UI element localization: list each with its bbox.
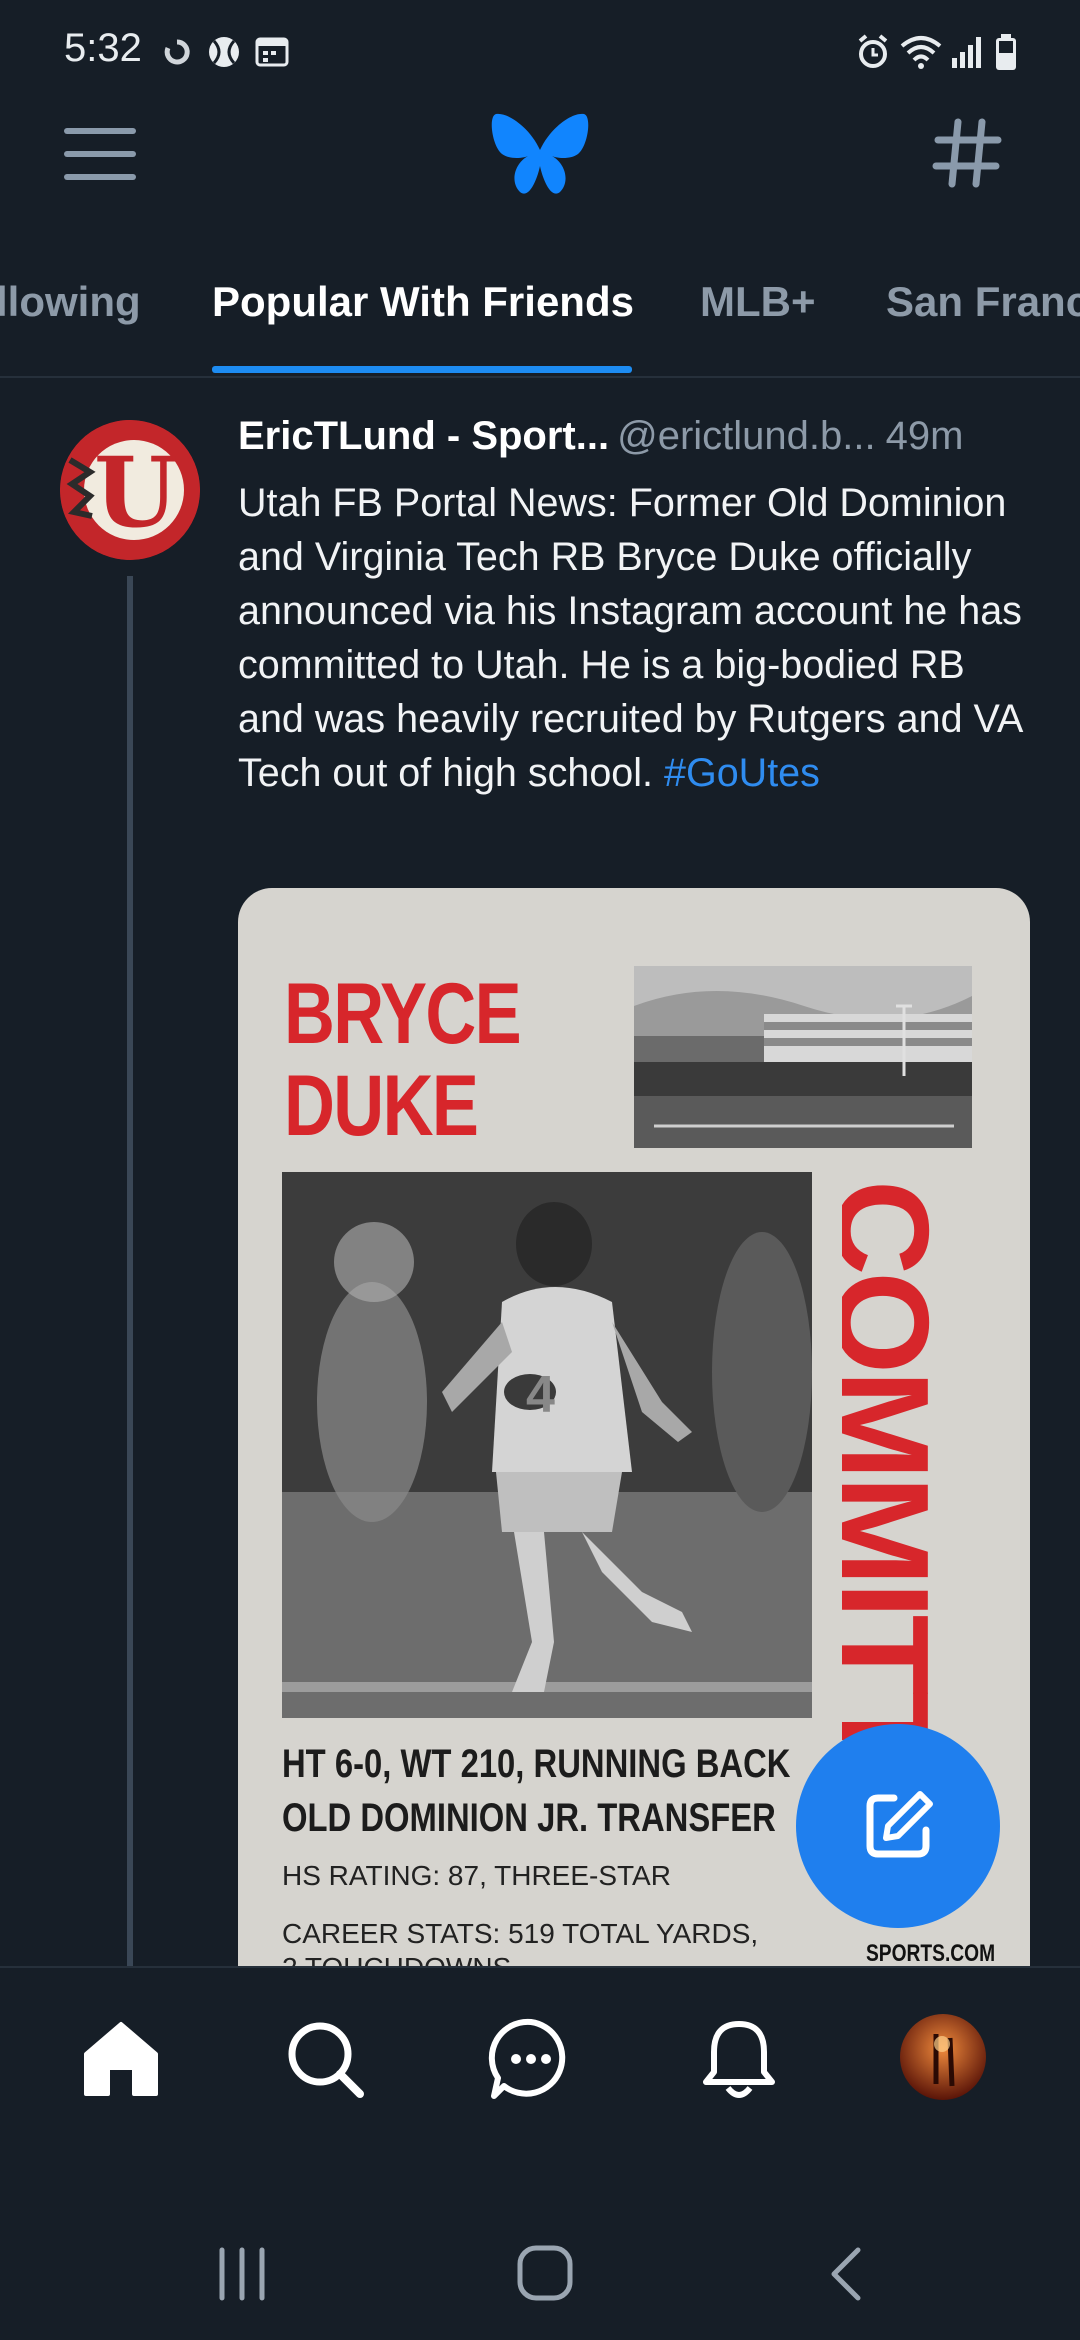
calendar-icon bbox=[255, 37, 289, 67]
avatar-letter: U bbox=[94, 436, 178, 549]
recent-apps-icon[interactable] bbox=[212, 2246, 272, 2302]
tab-popular-with-friends[interactable]: Popular With Friends bbox=[212, 278, 634, 326]
profile-avatar[interactable] bbox=[900, 2014, 986, 2100]
thread-line bbox=[127, 576, 133, 1970]
image-player-name: BRYCE DUKE bbox=[284, 966, 522, 1154]
compose-icon bbox=[866, 1791, 933, 1858]
wifi-icon bbox=[900, 36, 942, 69]
post-hashtag-link[interactable]: #GoUtes bbox=[664, 751, 820, 795]
image-brand: SPORTS.COM bbox=[866, 1940, 996, 1967]
image-stats-line3: HS RATING: 87, THREE-STAR bbox=[282, 1860, 671, 1891]
image-name-line1: BRYCE bbox=[284, 966, 522, 1062]
image-stats-line2: OLD DOMINION JR. TRANSFER bbox=[282, 1796, 776, 1840]
post-text: Utah FB Portal News: Former Old Dominion… bbox=[238, 476, 1038, 800]
alarm-icon bbox=[858, 34, 888, 68]
home-icon[interactable] bbox=[78, 2016, 164, 2102]
sports-ball-icon bbox=[209, 37, 239, 67]
jersey-number: 4 bbox=[526, 1366, 555, 1424]
tab-following[interactable]: llowing bbox=[0, 278, 141, 326]
menu-icon[interactable] bbox=[64, 128, 136, 184]
search-icon[interactable] bbox=[282, 2016, 368, 2102]
system-navigation-bar bbox=[0, 2166, 1080, 2340]
sync-icon bbox=[164, 39, 190, 65]
bell-icon[interactable] bbox=[696, 2016, 782, 2102]
status-time: 5:32 bbox=[64, 26, 142, 70]
tab-mlb[interactable]: MLB+ bbox=[700, 278, 816, 326]
post-author[interactable]: EricTLund - Sport... bbox=[238, 414, 609, 458]
image-stats-line1: HT 6-0, WT 210, RUNNING BACK bbox=[282, 1742, 791, 1786]
post-body: Utah FB Portal News: Former Old Dominion… bbox=[238, 481, 1022, 795]
image-name-line2: DUKE bbox=[284, 1058, 479, 1154]
butterfly-logo-icon bbox=[491, 113, 589, 194]
signal-icon bbox=[952, 37, 981, 68]
home-button-icon[interactable] bbox=[516, 2244, 574, 2302]
tab-san-francisco[interactable]: San Franc bbox=[886, 278, 1080, 326]
stadium-photo bbox=[634, 966, 972, 1148]
status-bar: 5:32 bbox=[0, 0, 1080, 100]
post-time: 49m bbox=[885, 414, 964, 458]
committed-label: COMMITTED bbox=[842, 1180, 956, 1740]
compose-button[interactable] bbox=[796, 1724, 1000, 1928]
chat-icon[interactable] bbox=[488, 2016, 574, 2102]
back-icon[interactable] bbox=[826, 2246, 866, 2302]
feed-tab-bar: llowing Popular With Friends MLB+ San Fr… bbox=[0, 252, 1080, 378]
hash-icon[interactable] bbox=[932, 118, 1002, 188]
active-tab-indicator bbox=[212, 366, 632, 373]
battery-icon bbox=[996, 34, 1016, 70]
image-stats-line4: CAREER STATS: 519 TOTAL YARDS, bbox=[282, 1918, 759, 1949]
post-header: EricTLund - Sport... @erictlund.b... 49m bbox=[238, 414, 1038, 459]
player-photo: 4 bbox=[282, 1172, 812, 1718]
image-committed-text: COMMITTED bbox=[842, 1180, 982, 1740]
post-handle[interactable]: @erictlund.b... bbox=[617, 414, 876, 458]
author-avatar[interactable]: U bbox=[60, 420, 200, 560]
bottom-navigation bbox=[0, 1966, 1080, 2168]
